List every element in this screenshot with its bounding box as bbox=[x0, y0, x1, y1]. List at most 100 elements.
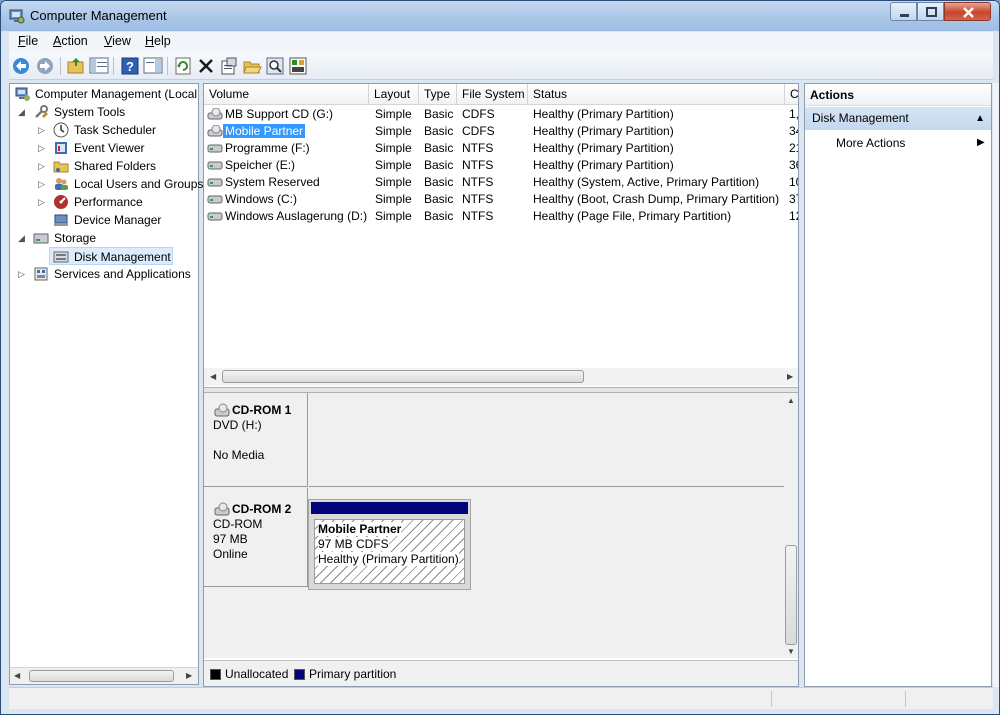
tree-item-services-applications[interactable]: ▷ Services and Applications bbox=[18, 265, 198, 283]
find-icon[interactable] bbox=[265, 56, 285, 76]
forward-icon[interactable] bbox=[35, 56, 55, 76]
scroll-thumb[interactable] bbox=[222, 370, 584, 383]
tree-item-computer-management[interactable]: Computer Management (Local bbox=[12, 85, 202, 103]
minimize-icon bbox=[900, 14, 909, 17]
tree-item-disk-management[interactable]: Disk Management bbox=[49, 247, 173, 265]
tree-item-local-users-groups[interactable]: ▷ Local Users and Groups bbox=[38, 175, 203, 193]
hard-drive-icon bbox=[207, 178, 223, 187]
delete-icon[interactable] bbox=[196, 56, 216, 76]
storage-icon bbox=[33, 233, 49, 244]
volume-list-horizontal-scrollbar[interactable]: ◀ ▶ bbox=[204, 368, 798, 386]
tree-item-system-tools[interactable]: ◢ System Tools bbox=[18, 103, 198, 121]
menu-help[interactable]: Help bbox=[145, 34, 171, 48]
scroll-thumb[interactable] bbox=[29, 670, 174, 682]
column-header-layout[interactable]: Layout bbox=[369, 84, 419, 105]
tree-item-performance[interactable]: ▷ Performance bbox=[38, 193, 198, 211]
menu-action[interactable]: Action bbox=[53, 34, 88, 48]
show-hide-console-tree-icon[interactable] bbox=[89, 56, 109, 76]
menu-bar: File Action View Help bbox=[9, 32, 993, 52]
column-header-volume[interactable]: Volume bbox=[204, 84, 369, 105]
menu-file[interactable]: File bbox=[18, 34, 38, 48]
services-icon bbox=[34, 267, 48, 281]
column-header-status[interactable]: Status bbox=[528, 84, 785, 105]
expand-arrow-icon[interactable]: ▷ bbox=[38, 193, 48, 211]
tree-item-shared-folders[interactable]: ▷ Shared Folders bbox=[38, 157, 198, 175]
collapse-arrow-icon[interactable]: ◢ bbox=[18, 103, 28, 121]
tree-item-storage[interactable]: ◢ Storage bbox=[18, 229, 198, 247]
graphical-view-vertical-scrollbar[interactable]: ▲ ▼ bbox=[784, 393, 798, 658]
scroll-right-icon[interactable]: ▶ bbox=[787, 372, 793, 381]
help-icon[interactable]: ? bbox=[120, 56, 140, 76]
column-header-type[interactable]: Type bbox=[419, 84, 457, 105]
status-bar bbox=[9, 687, 993, 709]
maximize-button[interactable] bbox=[917, 2, 944, 21]
actions-section-disk-management[interactable]: Disk Management ▲ bbox=[805, 107, 991, 130]
hard-drive-icon bbox=[207, 144, 223, 153]
partition-mobile-partner[interactable]: Mobile Partner 97 MB CDFS Healthy (Prima… bbox=[308, 499, 471, 590]
tree-horizontal-scrollbar[interactable]: ◀ ▶ bbox=[10, 667, 198, 684]
clock-icon bbox=[53, 122, 69, 138]
disk-graphical-view: CD-ROM 1 DVD (H:) No Media CD-ROM 2 CD-R… bbox=[204, 393, 784, 658]
menu-view[interactable]: View bbox=[104, 34, 131, 48]
scroll-down-icon[interactable]: ▼ bbox=[787, 647, 795, 656]
show-hide-action-pane-icon[interactable] bbox=[143, 56, 163, 76]
submenu-arrow-icon: ▶ bbox=[977, 137, 985, 148]
scroll-up-icon[interactable]: ▲ bbox=[787, 396, 795, 405]
expand-arrow-icon[interactable]: ▷ bbox=[38, 157, 48, 175]
minimize-button[interactable] bbox=[890, 2, 917, 21]
expand-arrow-icon[interactable]: ▷ bbox=[38, 121, 48, 139]
computer-management-icon bbox=[15, 87, 30, 101]
cd-drive-icon bbox=[214, 403, 230, 417]
primary-partition-bar bbox=[311, 502, 468, 514]
title-bar[interactable]: Computer Management bbox=[1, 1, 999, 31]
collapse-arrow-icon[interactable]: ◢ bbox=[18, 229, 28, 247]
device-manager-icon bbox=[54, 214, 68, 226]
disk-label-cdrom-2[interactable]: CD-ROM 2 CD-ROM 97 MB Online bbox=[204, 488, 308, 587]
users-icon bbox=[55, 178, 68, 190]
expand-arrow-icon[interactable]: ▷ bbox=[18, 265, 28, 283]
legend-swatch-primary bbox=[294, 669, 305, 680]
cd-drive-icon bbox=[214, 502, 230, 516]
scroll-left-icon[interactable]: ◀ bbox=[14, 671, 20, 680]
main-window: Computer Management File Action View Hel… bbox=[0, 0, 1000, 715]
expand-arrow-icon[interactable]: ▷ bbox=[38, 139, 48, 157]
close-icon bbox=[963, 7, 974, 18]
tree-item-event-viewer[interactable]: ▷ Event Viewer bbox=[38, 139, 198, 157]
window-title: Computer Management bbox=[30, 8, 167, 23]
scroll-thumb[interactable] bbox=[785, 545, 797, 645]
svg-text:?: ? bbox=[126, 59, 134, 74]
tree-item-task-scheduler[interactable]: ▷ Task Scheduler bbox=[38, 121, 198, 139]
back-icon[interactable] bbox=[11, 56, 31, 76]
hard-drive-icon bbox=[207, 212, 223, 221]
partition-details: Mobile Partner 97 MB CDFS Healthy (Prima… bbox=[314, 519, 465, 584]
expand-arrow-icon[interactable]: ▷ bbox=[38, 175, 48, 193]
column-header-file-system[interactable]: File System bbox=[457, 84, 528, 105]
disk-properties-icon[interactable] bbox=[288, 56, 308, 76]
disk-management-pane: Volume Layout Type File System Status C … bbox=[203, 83, 799, 687]
hard-drive-icon bbox=[207, 195, 223, 204]
column-header-capacity[interactable]: C bbox=[785, 84, 798, 105]
actions-header: Actions bbox=[805, 84, 991, 106]
cd-drive-icon bbox=[207, 108, 223, 120]
refresh-icon[interactable] bbox=[173, 56, 193, 76]
properties-icon[interactable] bbox=[219, 56, 239, 76]
actions-pane: Actions Disk Management ▲ More Actions ▶ bbox=[804, 83, 992, 687]
cd-drive-icon bbox=[207, 125, 223, 137]
disk-management-icon bbox=[53, 251, 69, 263]
toolbar: ? bbox=[9, 52, 993, 80]
disk-label-cdrom-1[interactable]: CD-ROM 1 DVD (H:) No Media bbox=[204, 393, 308, 487]
computer-management-icon bbox=[9, 9, 25, 24]
more-actions-link[interactable]: More Actions bbox=[836, 136, 905, 150]
scroll-left-icon[interactable]: ◀ bbox=[210, 372, 216, 381]
close-button[interactable] bbox=[944, 2, 991, 21]
legend-swatch-unallocated bbox=[210, 669, 221, 680]
up-folder-icon[interactable] bbox=[66, 56, 86, 76]
actions-scrollbar[interactable] bbox=[993, 83, 999, 687]
collapse-up-icon[interactable]: ▲ bbox=[975, 107, 985, 130]
tree-item-device-manager[interactable]: Device Manager bbox=[38, 211, 198, 229]
hard-drive-icon bbox=[207, 161, 223, 170]
shared-folder-icon bbox=[53, 161, 69, 173]
event-viewer-icon bbox=[55, 142, 67, 154]
open-folder-icon[interactable] bbox=[242, 56, 262, 76]
scroll-right-icon[interactable]: ▶ bbox=[186, 671, 192, 680]
